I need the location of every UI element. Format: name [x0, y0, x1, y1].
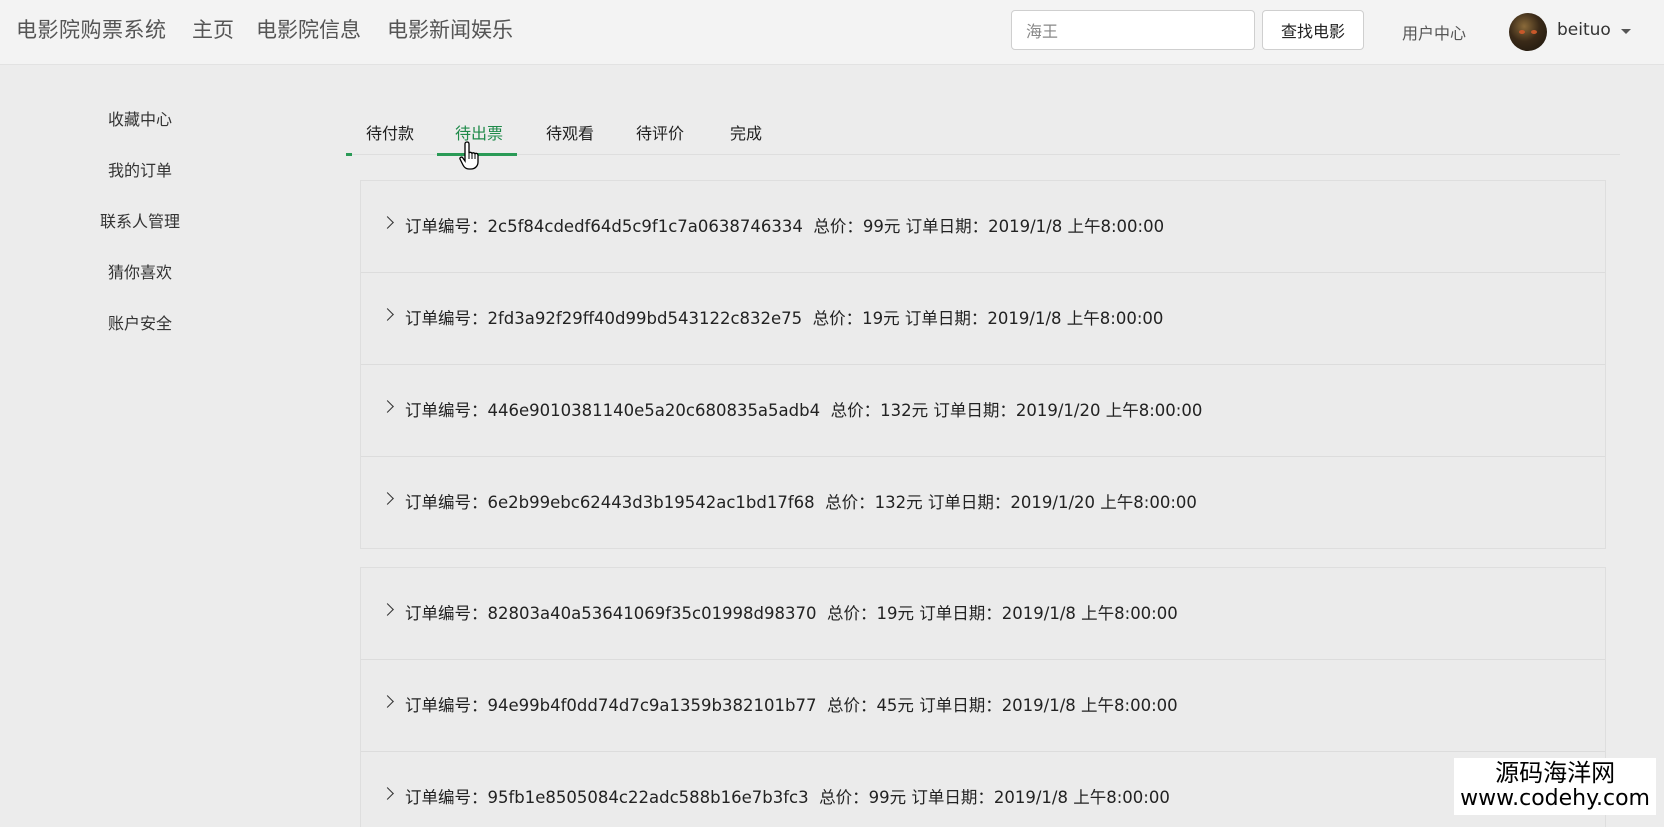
- order-summary: 订单编号：2fd3a92f29ff40d99bd543122c832e75 总价…: [405, 309, 1164, 328]
- order-row[interactable]: 订单编号：6e2b99ebc62443d3b19542ac1bd17f68 总价…: [361, 457, 1605, 548]
- tab-pending-watch[interactable]: 待观看: [546, 120, 594, 154]
- brand-title[interactable]: 电影院购票系统: [16, 14, 167, 44]
- watermark-url: www.codehy.com: [1460, 785, 1650, 811]
- caret-down-icon[interactable]: [1621, 29, 1631, 34]
- sidebar-item-recommend[interactable]: 猜你喜欢: [0, 259, 280, 283]
- nav-link-cinema-info[interactable]: 电影院信息: [256, 14, 361, 44]
- order-row[interactable]: 订单编号：2c5f84cdedf64d5c9f1c7a0638746334 总价…: [361, 181, 1605, 273]
- order-summary: 订单编号：2c5f84cdedf64d5c9f1c7a0638746334 总价…: [405, 217, 1165, 236]
- chevron-right-icon[interactable]: [381, 400, 394, 413]
- order-row[interactable]: 订单编号：82803a40a53641069f35c01998d98370 总价…: [361, 568, 1605, 660]
- tab-indicator-fragment: [346, 153, 352, 156]
- order-list-group-1: 订单编号：2c5f84cdedf64d5c9f1c7a0638746334 总价…: [360, 180, 1606, 549]
- order-summary: 订单编号：82803a40a53641069f35c01998d98370 总价…: [405, 604, 1178, 623]
- chevron-right-icon[interactable]: [381, 308, 394, 321]
- chevron-right-icon[interactable]: [381, 216, 394, 229]
- order-row[interactable]: 订单编号：2fd3a92f29ff40d99bd543122c832e75 总价…: [361, 273, 1605, 365]
- site-watermark: 源码海洋网 www.codehy.com: [1454, 758, 1656, 815]
- username-dropdown[interactable]: beituo: [1557, 20, 1611, 40]
- sidebar-item-account-security[interactable]: 账户安全: [0, 310, 280, 334]
- order-row[interactable]: 订单编号：94e99b4f0dd74d7c9a1359b382101b77 总价…: [361, 660, 1605, 752]
- tab-completed[interactable]: 完成: [730, 120, 762, 154]
- search-input[interactable]: [1011, 10, 1255, 50]
- order-list-group-2: 订单编号：82803a40a53641069f35c01998d98370 总价…: [360, 567, 1606, 827]
- chevron-right-icon[interactable]: [381, 695, 394, 708]
- sidebar-item-my-orders[interactable]: 我的订单: [0, 157, 280, 181]
- order-summary: 订单编号：446e9010381140e5a20c680835a5adb4 总价…: [405, 401, 1203, 420]
- tabs-divider: [346, 154, 1620, 155]
- order-row[interactable]: 订单编号：95fb1e8505084c22adc588b16e7b3fc3 总价…: [361, 752, 1605, 827]
- avatar[interactable]: [1509, 13, 1547, 51]
- chevron-right-icon[interactable]: [381, 492, 394, 505]
- nav-link-home[interactable]: 主页: [192, 14, 234, 44]
- avatar-detail: [1519, 30, 1525, 34]
- nav-link-movie-news[interactable]: 电影新闻娱乐: [387, 14, 513, 44]
- order-summary: 订单编号：95fb1e8505084c22adc588b16e7b3fc3 总价…: [405, 788, 1170, 807]
- hand-pointer-icon: [459, 141, 479, 170]
- tab-pending-payment[interactable]: 待付款: [366, 120, 414, 154]
- sidebar-item-favorites[interactable]: 收藏中心: [0, 106, 280, 130]
- order-row[interactable]: 订单编号：446e9010381140e5a20c680835a5adb4 总价…: [361, 365, 1605, 457]
- chevron-right-icon[interactable]: [381, 787, 394, 800]
- chevron-right-icon[interactable]: [381, 603, 394, 616]
- order-summary: 订单编号：6e2b99ebc62443d3b19542ac1bd17f68 总价…: [405, 493, 1197, 512]
- order-summary: 订单编号：94e99b4f0dd74d7c9a1359b382101b77 总价…: [405, 696, 1178, 715]
- search-movie-button[interactable]: 查找电影: [1262, 10, 1364, 50]
- top-navbar: 电影院购票系统 主页 电影院信息 电影新闻娱乐 查找电影 用户中心 beituo: [0, 0, 1664, 65]
- watermark-title: 源码海洋网: [1495, 759, 1616, 788]
- avatar-detail: [1531, 30, 1537, 34]
- user-center-link[interactable]: 用户中心: [1402, 20, 1466, 44]
- sidebar-item-contacts[interactable]: 联系人管理: [0, 208, 280, 232]
- tab-pending-review[interactable]: 待评价: [636, 120, 684, 154]
